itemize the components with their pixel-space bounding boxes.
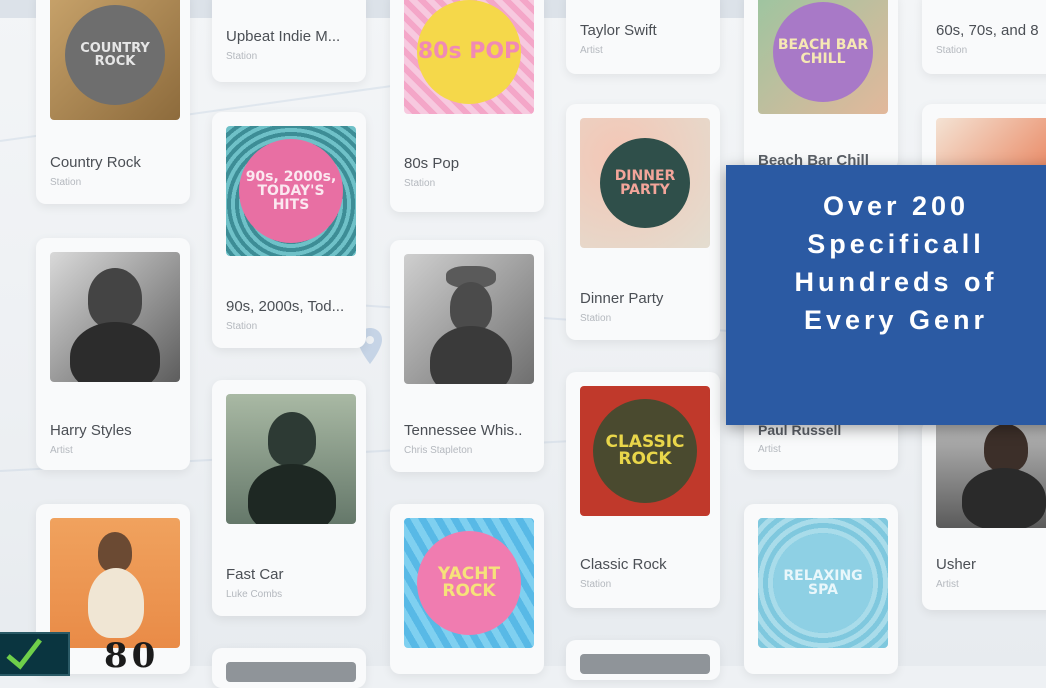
card-title: Country Rock: [50, 154, 141, 171]
station-art-label: 90s, 2000s, TODAY'S HITS: [239, 139, 343, 243]
card-title: Harry Styles: [50, 422, 132, 439]
card-subtitle: Luke Combs: [226, 589, 283, 600]
station-card-country-rock[interactable]: COUNTRY ROCK Country Rock Station: [36, 0, 190, 204]
card-title: Tennessee Whis..: [404, 422, 523, 439]
station-art: YACHT ROCK: [404, 518, 534, 648]
station-card-90s[interactable]: 90s, 2000s, TODAY'S HITS 90s, 2000s, Tod…: [212, 112, 366, 348]
station-art-label: DINNER PARTY: [600, 138, 690, 228]
song-card-tennessee-whiskey[interactable]: Tennessee Whis.. Chris Stapleton: [390, 240, 544, 472]
card-art: [226, 662, 356, 682]
station-art: DINNER PARTY: [580, 118, 710, 248]
card-subtitle: Chris Stapleton: [404, 445, 473, 456]
card-title: Taylor Swift: [580, 22, 657, 39]
card-title: Upbeat Indie M...: [226, 28, 341, 45]
card-subtitle: Artist: [758, 444, 781, 455]
promo-line-3: Hundreds of: [794, 267, 998, 297]
artist-photo: [50, 518, 180, 648]
station-card-relaxing-spa[interactable]: RELAXING SPA: [744, 504, 898, 674]
checkmark-icon: [6, 638, 42, 670]
station-art-label: CLASSIC ROCK: [593, 399, 697, 503]
card-subtitle: Station: [936, 45, 968, 56]
card-art: [580, 654, 710, 674]
card-title: Usher: [936, 556, 977, 573]
card-subtitle: Station: [50, 177, 82, 188]
artist-photo: [50, 252, 180, 382]
promo-line-1: Over 200: [822, 191, 970, 221]
station-card-classic-rock[interactable]: CLASSIC ROCK Classic Rock Station: [566, 372, 720, 608]
station-card-upbeat-indie[interactable]: Upbeat Indie M... Station: [212, 0, 366, 82]
card-subtitle: Artist: [580, 45, 603, 56]
promo-line-4: Every Genr: [803, 305, 989, 335]
station-art: COUNTRY ROCK: [50, 0, 180, 120]
card-subtitle: Artist: [50, 445, 73, 456]
artist-card-harry-styles[interactable]: Harry Styles Artist: [36, 238, 190, 470]
station-art-label: RELAXING SPA: [773, 533, 873, 633]
song-art: [404, 254, 534, 384]
song-art: [226, 394, 356, 524]
station-art: 80s POP: [404, 0, 534, 114]
card-partial[interactable]: [566, 640, 720, 680]
card-title: Fast Car: [226, 566, 284, 583]
station-card-60s-70s-80s[interactable]: 60s, 70s, and 8 Station: [922, 0, 1046, 74]
card-subtitle: Artist: [936, 579, 959, 590]
artist-card-taylor-swift[interactable]: Taylor Swift Artist: [566, 0, 720, 74]
station-art: CLASSIC ROCK: [580, 386, 710, 516]
station-card-beach-bar-chill[interactable]: BEACH BAR CHILL Beach Bar Chill: [744, 0, 898, 170]
artist-card-usher[interactable]: Usher Artist: [922, 420, 1046, 610]
brand-logo: [0, 632, 70, 676]
promo-banner: Over 200 Specificall Hundreds of Every G…: [726, 165, 1046, 425]
card-subtitle: Station: [226, 321, 258, 332]
card-title: 90s, 2000s, Tod...: [226, 298, 345, 315]
card-partial[interactable]: [212, 648, 366, 688]
station-art: BEACH BAR CHILL: [758, 0, 888, 114]
station-card-80s-pop[interactable]: 80s POP 80s Pop Station: [390, 0, 544, 212]
brand-logo-text: 80: [104, 636, 160, 676]
card-title: 60s, 70s, and 8: [936, 22, 1039, 39]
station-art: RELAXING SPA: [758, 518, 888, 648]
station-art-label: YACHT ROCK: [417, 531, 521, 635]
artist-photo: [936, 420, 1046, 528]
station-art-label: COUNTRY ROCK: [65, 5, 165, 105]
station-art-label: 80s POP: [417, 0, 521, 104]
card-subtitle: Station: [404, 178, 436, 189]
card-subtitle: Station: [226, 51, 258, 62]
station-art: 90s, 2000s, TODAY'S HITS: [226, 126, 356, 256]
station-card-yacht-rock[interactable]: YACHT ROCK: [390, 504, 544, 674]
promo-line-2: Specificall: [807, 229, 985, 259]
station-art-label: BEACH BAR CHILL: [773, 2, 873, 102]
card-title: Classic Rock: [580, 556, 667, 573]
card-title: Dinner Party: [580, 290, 664, 307]
card-subtitle: Station: [580, 579, 612, 590]
card-subtitle: Station: [580, 313, 612, 324]
card-title: 80s Pop: [404, 155, 460, 172]
song-card-fast-car[interactable]: Fast Car Luke Combs: [212, 380, 366, 616]
station-card-dinner-party[interactable]: DINNER PARTY Dinner Party Station: [566, 104, 720, 340]
